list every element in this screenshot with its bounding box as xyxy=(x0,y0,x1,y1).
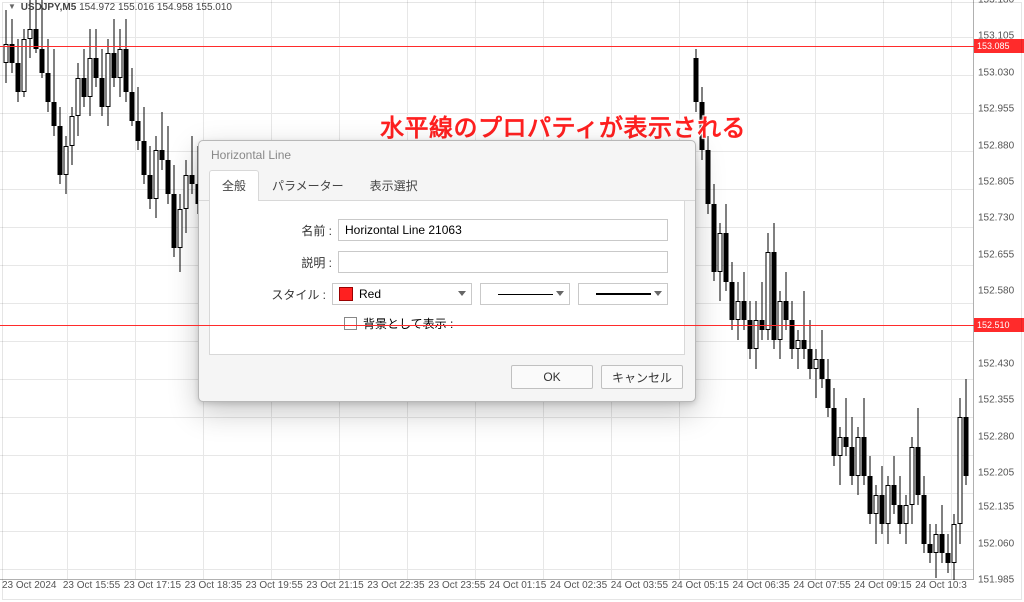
x-axis-tick: 24 Oct 10:3 xyxy=(913,580,974,602)
tab-parameters[interactable]: パラメーター xyxy=(259,170,357,201)
x-axis-tick: 24 Oct 02:35 xyxy=(548,580,609,602)
x-axis-tick: 23 Oct 18:35 xyxy=(183,580,244,602)
tab-general[interactable]: 全般 xyxy=(209,170,259,201)
y-axis-tick: 152.205 xyxy=(978,468,1014,479)
x-axis-tick: 24 Oct 06:35 xyxy=(731,580,792,602)
x-axis-tick: 23 Oct 17:15 xyxy=(122,580,183,602)
x-axis-tick: 23 Oct 21:15 xyxy=(304,580,365,602)
name-input[interactable] xyxy=(338,219,668,241)
y-axis-tick: 152.430 xyxy=(978,359,1014,370)
tab-visualization[interactable]: 表示選択 xyxy=(357,170,431,201)
chevron-down-icon xyxy=(556,291,564,296)
line-width-select[interactable] xyxy=(578,283,668,305)
ohlc-label: 154.972 155.016 154.958 155.010 xyxy=(79,2,232,13)
desc-label: 説明 : xyxy=(226,254,338,271)
annotation-text: 水平線のプロパティが表示される xyxy=(380,108,746,143)
cancel-button[interactable]: キャンセル xyxy=(601,365,683,389)
y-axis-tick: 151.985 xyxy=(978,575,1014,586)
y-axis-tick: 152.805 xyxy=(978,177,1014,188)
x-axis-tick: 23 Oct 19:55 xyxy=(244,580,305,602)
line-style-preview xyxy=(498,294,553,295)
y-axis-tick: 152.730 xyxy=(978,213,1014,224)
horizontal-line[interactable] xyxy=(0,325,974,326)
x-axis-time-scale[interactable]: 23 Oct 202423 Oct 15:5523 Oct 17:1523 Oc… xyxy=(0,580,974,602)
dialog-tab-body: 名前 : 説明 : スタイル : Red xyxy=(209,201,685,355)
chevron-down-icon xyxy=(458,291,466,296)
desc-input[interactable] xyxy=(338,251,668,273)
horizontal-line[interactable] xyxy=(0,46,974,47)
y-axis-tick: 153.180 xyxy=(978,0,1014,6)
price-tag: 152.510 xyxy=(974,318,1024,332)
color-name: Red xyxy=(359,287,381,301)
name-label: 名前 : xyxy=(226,222,338,239)
y-axis-price-scale[interactable]: 153.180153.105153.030152.955152.880152.8… xyxy=(974,0,1024,580)
color-swatch-icon xyxy=(339,287,353,301)
x-axis-tick: 23 Oct 2024 xyxy=(0,580,61,602)
ok-button[interactable]: OK xyxy=(511,365,593,389)
y-axis-tick: 152.955 xyxy=(978,104,1014,115)
dropdown-triangle-icon[interactable]: ▼ xyxy=(8,2,16,11)
line-style-select[interactable] xyxy=(480,283,570,305)
x-axis-tick: 23 Oct 15:55 xyxy=(61,580,122,602)
line-width-preview xyxy=(596,293,651,295)
price-tag: 153.085 xyxy=(974,39,1024,53)
y-axis-tick: 152.135 xyxy=(978,502,1014,513)
chart-title: ▼ USDJPY,M5 154.972 155.016 154.958 155.… xyxy=(8,2,232,13)
chevron-down-icon xyxy=(654,291,662,296)
dialog-tabs: 全般 パラメーター 表示選択 xyxy=(199,169,695,201)
x-axis-tick: 24 Oct 07:55 xyxy=(791,580,852,602)
color-select[interactable]: Red xyxy=(332,283,472,305)
dialog-title: Horizontal Line xyxy=(199,141,695,169)
y-axis-tick: 152.280 xyxy=(978,431,1014,442)
background-checkbox[interactable] xyxy=(344,317,357,330)
x-axis-tick: 24 Oct 03:55 xyxy=(609,580,670,602)
symbol-label: USDJPY,M5 xyxy=(21,2,77,13)
x-axis-tick: 24 Oct 01:15 xyxy=(487,580,548,602)
y-axis-tick: 152.880 xyxy=(978,140,1014,151)
y-axis-tick: 153.030 xyxy=(978,67,1014,78)
y-axis-tick: 152.580 xyxy=(978,286,1014,297)
background-checkbox-label: 背景として表示 : xyxy=(363,315,453,332)
y-axis-tick: 152.060 xyxy=(978,538,1014,549)
style-label: スタイル : xyxy=(226,286,332,303)
x-axis-tick: 24 Oct 09:15 xyxy=(852,580,913,602)
y-axis-tick: 152.655 xyxy=(978,249,1014,260)
x-axis-tick: 23 Oct 22:35 xyxy=(365,580,426,602)
y-axis-tick: 152.355 xyxy=(978,395,1014,406)
x-axis-tick: 23 Oct 23:55 xyxy=(426,580,487,602)
x-axis-tick: 24 Oct 05:15 xyxy=(670,580,731,602)
horizontal-line-properties-dialog[interactable]: Horizontal Line 全般 パラメーター 表示選択 名前 : 説明 :… xyxy=(198,140,696,402)
